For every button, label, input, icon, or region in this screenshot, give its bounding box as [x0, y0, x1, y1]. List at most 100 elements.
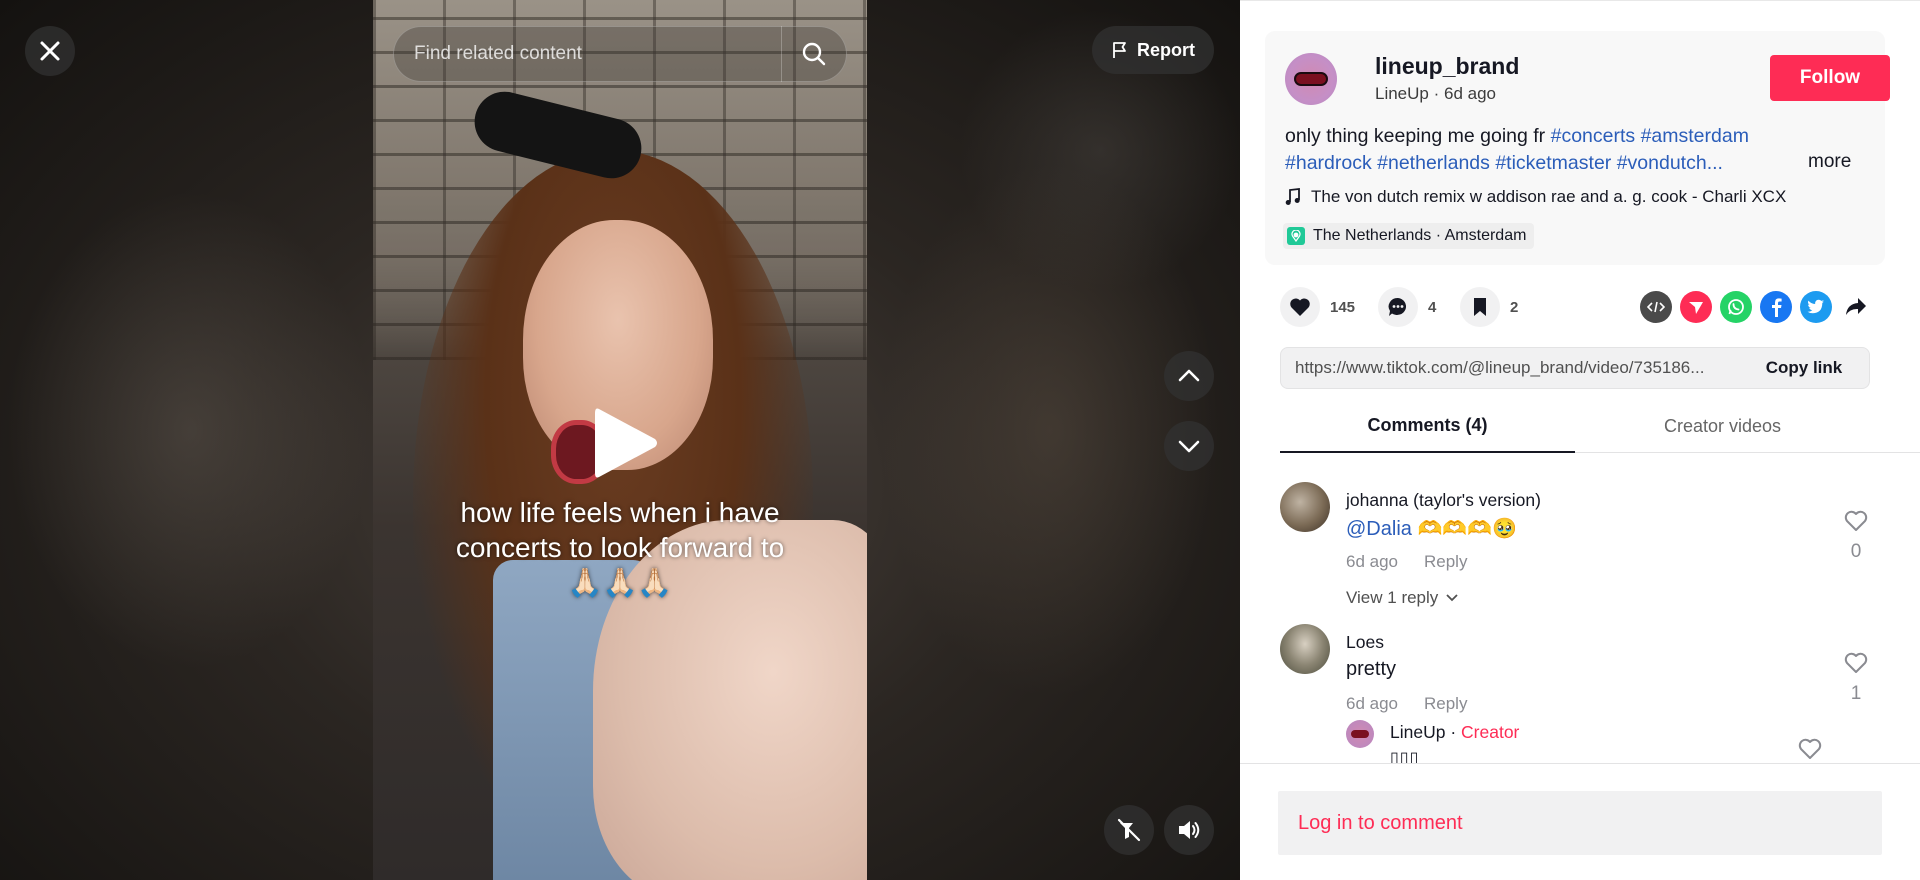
- mention-link[interactable]: @Dalia: [1346, 518, 1412, 540]
- comment-meta: 6d ago Reply: [1346, 552, 1467, 572]
- like-count: 145: [1330, 298, 1356, 316]
- facebook-share-button[interactable]: [1760, 291, 1792, 323]
- hashtag-link[interactable]: #concerts: [1551, 125, 1636, 147]
- view-replies-label: View 1 reply: [1346, 588, 1439, 607]
- video-caption-overlay: how life feels when i have concerts to l…: [373, 495, 867, 600]
- share-arrow-icon: [1846, 298, 1866, 315]
- author-meta: LineUp · 6d ago: [1375, 84, 1496, 104]
- volume-button[interactable]: [1164, 805, 1214, 855]
- chevron-down-icon: [1178, 440, 1200, 453]
- author-display-name: LineUp: [1375, 84, 1429, 103]
- comment-age: 6d ago: [1346, 694, 1398, 713]
- play-icon[interactable]: [591, 405, 661, 481]
- next-video-button[interactable]: [1164, 421, 1214, 471]
- commenter-username[interactable]: Loes: [1346, 632, 1384, 653]
- reply-button[interactable]: Reply: [1424, 694, 1467, 714]
- reply-button[interactable]: Reply: [1424, 552, 1467, 572]
- embed-icon: [1647, 301, 1665, 313]
- comment-age: 6d ago: [1346, 552, 1398, 571]
- heart-outline-icon: [1798, 738, 1822, 759]
- comment-like-count: 1: [1850, 683, 1862, 704]
- guitar-logo-icon: [1351, 730, 1369, 738]
- previous-video-button[interactable]: [1164, 351, 1214, 401]
- comment-action[interactable]: 4: [1378, 287, 1436, 327]
- tab-comments[interactable]: Comments (4): [1280, 399, 1575, 453]
- save-button[interactable]: [1460, 287, 1500, 327]
- twitter-icon: [1807, 299, 1824, 314]
- embed-button[interactable]: [1640, 291, 1672, 323]
- bookmark-icon: [1474, 298, 1486, 316]
- comments-list[interactable]: johanna (taylor's version) @Dalia 🫶🫶🫶🥹 6…: [1240, 454, 1920, 764]
- author-username[interactable]: lineup_brand: [1375, 53, 1519, 80]
- view-replies-button[interactable]: View 1 reply: [1346, 588, 1458, 608]
- hashtag-link[interactable]: #netherlands: [1377, 152, 1490, 174]
- search-input[interactable]: [394, 27, 781, 81]
- actions-row: 145 4 2: [1280, 287, 1880, 327]
- video-player-area: how life feels when i have concerts to l…: [0, 0, 1240, 880]
- commenter-avatar[interactable]: [1280, 482, 1330, 532]
- comment-like[interactable]: 0: [1838, 510, 1874, 563]
- whatsapp-share-button[interactable]: [1720, 291, 1752, 323]
- heart-icon: [1290, 298, 1310, 316]
- comment-icon: [1388, 297, 1407, 316]
- author-avatar[interactable]: [1285, 53, 1337, 105]
- chevron-down-icon: [1446, 594, 1458, 602]
- save-action[interactable]: 2: [1460, 287, 1518, 327]
- tab-creator-videos[interactable]: Creator videos: [1575, 399, 1870, 453]
- send-icon: [1689, 302, 1703, 314]
- hashtag-link[interactable]: #vondutch...: [1617, 152, 1723, 174]
- music-row[interactable]: The von dutch remix w addison rae and a.…: [1285, 187, 1786, 207]
- location-label: The Netherlands · Amsterdam: [1313, 227, 1527, 244]
- more-button[interactable]: more: [1808, 151, 1851, 173]
- volume-icon: [1179, 821, 1200, 839]
- music-title: The von dutch remix w addison rae and a.…: [1311, 187, 1787, 206]
- reply-text: ▯▯▯: [1390, 750, 1420, 764]
- heart-outline-icon: [1844, 652, 1868, 673]
- reply-author-name[interactable]: LineUp: [1390, 722, 1445, 742]
- like-button[interactable]: [1280, 287, 1320, 327]
- reply-separator: ·: [1445, 722, 1462, 742]
- location-pin-icon: [1287, 227, 1305, 245]
- close-icon: [40, 41, 60, 61]
- save-count: 2: [1510, 298, 1519, 316]
- more-share-button[interactable]: [1840, 291, 1872, 323]
- login-to-comment-button[interactable]: Log in to comment: [1278, 791, 1882, 855]
- close-button[interactable]: [25, 26, 75, 76]
- comment-body: 🫶🫶🫶🥹: [1411, 518, 1518, 540]
- search-button[interactable]: [782, 26, 846, 82]
- post-info-card: lineup_brand LineUp · 6d ago Follow only…: [1265, 31, 1890, 265]
- caption-emoji: 🙏🏻🙏🏻🙏🏻: [567, 567, 673, 598]
- comment-like-count: 0: [1850, 541, 1862, 562]
- commenter-avatar[interactable]: [1280, 624, 1330, 674]
- comment-button[interactable]: [1378, 287, 1418, 327]
- hashtag-link[interactable]: #hardrock: [1285, 152, 1372, 174]
- send-to-friends-button[interactable]: [1680, 291, 1712, 323]
- music-note-icon: [1285, 188, 1300, 205]
- hashtag-link[interactable]: #amsterdam: [1641, 125, 1749, 147]
- search-icon: [802, 42, 826, 66]
- report-button[interactable]: Report: [1092, 26, 1214, 74]
- reply-author-avatar[interactable]: [1346, 720, 1374, 748]
- like-action[interactable]: 145: [1280, 287, 1355, 327]
- heart-outline-icon: [1844, 510, 1868, 531]
- meta-separator: ·: [1433, 84, 1444, 103]
- hashtag-link[interactable]: #ticketmaster: [1495, 152, 1611, 174]
- comment-text: pretty: [1346, 658, 1397, 680]
- reply-author: LineUp · Creator: [1390, 722, 1519, 743]
- floating-player-button[interactable]: [1104, 805, 1154, 855]
- comment-count: 4: [1428, 298, 1437, 316]
- creator-badge: Creator: [1461, 722, 1520, 742]
- facebook-icon: [1772, 298, 1782, 317]
- twitter-share-button[interactable]: [1800, 291, 1832, 323]
- copy-link-button[interactable]: Copy link: [1739, 358, 1869, 378]
- reply-like[interactable]: [1798, 738, 1822, 763]
- follow-button[interactable]: Follow: [1770, 55, 1890, 101]
- comment-like[interactable]: 1: [1838, 652, 1874, 705]
- commenter-username[interactable]: johanna (taylor's version): [1346, 490, 1541, 511]
- location-chip[interactable]: The Netherlands · Amsterdam: [1283, 223, 1535, 249]
- caption-line-2: concerts to look forward to: [455, 532, 785, 563]
- video-link[interactable]: https://www.tiktok.com/@lineup_brand/vid…: [1281, 358, 1739, 378]
- caption-line-1: how life feels when i have: [460, 497, 780, 528]
- search-bar: [393, 26, 847, 82]
- comment-meta: 6d ago Reply: [1346, 694, 1467, 714]
